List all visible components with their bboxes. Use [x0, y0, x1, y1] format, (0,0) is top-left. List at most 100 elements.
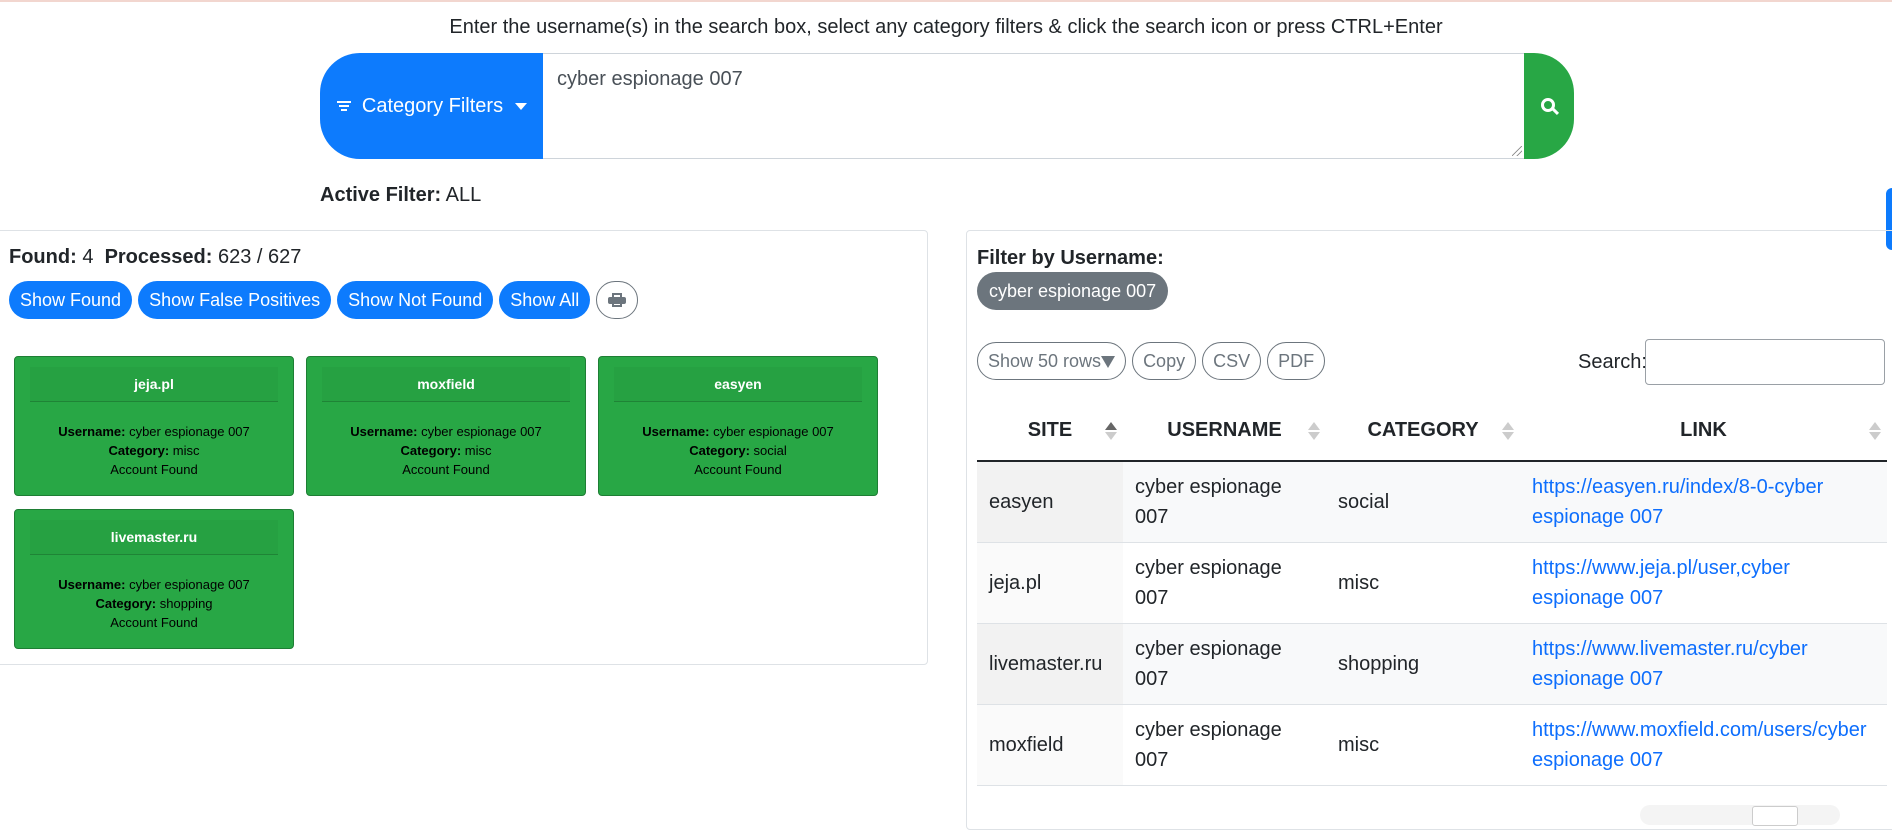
- column-header-link[interactable]: LINK: [1520, 401, 1887, 462]
- cell-category: social: [1326, 461, 1520, 543]
- card-status: Account Found: [402, 462, 490, 477]
- category-filters-button[interactable]: Category Filters: [320, 53, 543, 159]
- table-search-input[interactable]: [1645, 339, 1885, 385]
- username-chip[interactable]: cyber espionage 007: [977, 272, 1169, 310]
- card-body: Username: cyber espionage 007 Category: …: [15, 575, 293, 632]
- copy-button[interactable]: Copy: [1132, 342, 1197, 380]
- card-status: Account Found: [110, 462, 198, 477]
- table-row: livemaster.ru cyber espionage 007 shoppi…: [977, 623, 1887, 705]
- results-table: SITE USERNAME CATEGORY LINK easyen cyber…: [977, 401, 1887, 786]
- cell-username: cyber espionage 007: [1123, 704, 1326, 786]
- show-false-positives-button[interactable]: Show False Positives: [138, 281, 332, 319]
- resize-handle[interactable]: [1512, 146, 1522, 156]
- cell-link: https://www.livemaster.ru/cyber espionag…: [1520, 623, 1887, 705]
- result-card[interactable]: jeja.pl Username: cyber espionage 007 Ca…: [14, 356, 294, 496]
- cell-site: jeja.pl: [977, 542, 1123, 624]
- pagination: [1640, 805, 1840, 825]
- cell-username: cyber espionage 007: [1123, 461, 1326, 543]
- search-bar: Category Filters cyber espionage 007: [320, 53, 1574, 159]
- cell-site: easyen: [977, 461, 1123, 543]
- search-icon: [1540, 97, 1555, 112]
- card-username: cyber espionage 007: [713, 424, 834, 439]
- cell-link: https://easyen.ru/index/8-0-cyber espion…: [1520, 461, 1887, 543]
- table-row: jeja.pl cyber espionage 007 misc https:/…: [977, 542, 1887, 624]
- card-body: Username: cyber espionage 007 Category: …: [15, 422, 293, 479]
- show-not-found-button[interactable]: Show Not Found: [337, 281, 494, 319]
- card-site: jeja.pl: [30, 367, 278, 402]
- result-filter-buttons: Show Found Show False Positives Show Not…: [9, 281, 639, 319]
- result-card[interactable]: moxfield Username: cyber espionage 007 C…: [306, 356, 586, 496]
- table-toolbar: Show 50 rows Copy CSV PDF: [977, 342, 1326, 380]
- processed-label: Processed:: [104, 246, 213, 268]
- cell-username: cyber espionage 007: [1123, 542, 1326, 624]
- csv-button[interactable]: CSV: [1202, 342, 1262, 380]
- sort-icon: [1308, 421, 1320, 440]
- card-category-label: Category:: [95, 596, 157, 611]
- table-search-label: Search:: [1578, 351, 1647, 373]
- card-status: Account Found: [110, 615, 198, 630]
- results-cards-panel: Found: 4 Processed: 623 / 627 Show Found…: [0, 230, 928, 665]
- cell-link: https://www.moxfield.com/users/cyber esp…: [1520, 704, 1887, 786]
- sort-icon: [1105, 421, 1117, 440]
- filter-icon: [336, 100, 352, 112]
- column-header-site[interactable]: SITE: [977, 401, 1123, 462]
- card-site: easyen: [614, 367, 862, 402]
- cell-category: misc: [1326, 704, 1520, 786]
- result-card[interactable]: easyen Username: cyber espionage 007 Cat…: [598, 356, 878, 496]
- cell-category: shopping: [1326, 623, 1520, 705]
- column-header-category[interactable]: CATEGORY: [1326, 401, 1520, 462]
- pagination-page-button[interactable]: [1752, 806, 1798, 826]
- show-rows-dropdown[interactable]: Show 50 rows: [977, 342, 1127, 380]
- pdf-button[interactable]: PDF: [1267, 342, 1326, 380]
- active-filter-value: ALL: [445, 184, 482, 206]
- card-username-label: Username:: [58, 424, 126, 439]
- profile-link[interactable]: https://easyen.ru/index/8-0-cyber espion…: [1532, 476, 1823, 528]
- cell-link: https://www.jeja.pl/user,cyber espionage…: [1520, 542, 1887, 624]
- card-status: Account Found: [694, 462, 782, 477]
- found-count: 4: [82, 246, 94, 268]
- card-username-label: Username:: [58, 577, 126, 592]
- table-row: easyen cyber espionage 007 social https:…: [977, 461, 1887, 543]
- filter-by-username-label: Filter by Username:: [977, 247, 1164, 269]
- processed-count: 623 / 627: [217, 246, 302, 268]
- printer-icon: [608, 293, 627, 307]
- card-username-label: Username:: [350, 424, 418, 439]
- triangle-down-icon: [1101, 355, 1116, 368]
- category-filters-label: Category Filters: [361, 94, 504, 117]
- cell-category: misc: [1326, 542, 1520, 624]
- cell-username: cyber espionage 007: [1123, 623, 1326, 705]
- top-border: [0, 0, 1892, 2]
- card-username: cyber espionage 007: [129, 577, 250, 592]
- instructions-text: Enter the username(s) in the search box,…: [449, 16, 1443, 38]
- show-found-button[interactable]: Show Found: [9, 281, 133, 319]
- search-button[interactable]: [1524, 53, 1574, 159]
- active-filter-label: Active Filter:: [320, 184, 442, 206]
- print-button[interactable]: [596, 281, 639, 319]
- active-filter: Active Filter: ALL: [320, 184, 481, 207]
- table-row: moxfield cyber espionage 007 misc https:…: [977, 704, 1887, 786]
- card-site: moxfield: [322, 367, 570, 402]
- card-username: cyber espionage 007: [421, 424, 542, 439]
- sort-icon: [1502, 421, 1514, 440]
- found-label: Found:: [9, 246, 77, 268]
- card-body: Username: cyber espionage 007 Category: …: [599, 422, 877, 479]
- card-category: social: [753, 443, 787, 458]
- card-category: misc: [172, 443, 200, 458]
- caret-down-icon: [515, 102, 528, 110]
- cell-site: moxfield: [977, 704, 1123, 786]
- card-category: shopping: [159, 596, 213, 611]
- profile-link[interactable]: https://www.jeja.pl/user,cyber espionage…: [1532, 557, 1790, 609]
- card-category: misc: [464, 443, 492, 458]
- profile-link[interactable]: https://www.livemaster.ru/cyber espionag…: [1532, 638, 1808, 690]
- cell-site: livemaster.ru: [977, 623, 1123, 705]
- profile-link[interactable]: https://www.moxfield.com/users/cyber esp…: [1532, 719, 1867, 771]
- card-site: livemaster.ru: [30, 520, 278, 555]
- result-card[interactable]: livemaster.ru Username: cyber espionage …: [14, 509, 294, 649]
- search-query-text: cyber espionage 007: [557, 68, 743, 90]
- column-header-username[interactable]: USERNAME: [1123, 401, 1326, 462]
- card-username: cyber espionage 007: [129, 424, 250, 439]
- card-username-label: Username:: [642, 424, 710, 439]
- table-header-row: SITE USERNAME CATEGORY LINK: [977, 401, 1887, 462]
- show-all-button[interactable]: Show All: [499, 281, 591, 319]
- username-search-input[interactable]: cyber espionage 007: [543, 53, 1524, 159]
